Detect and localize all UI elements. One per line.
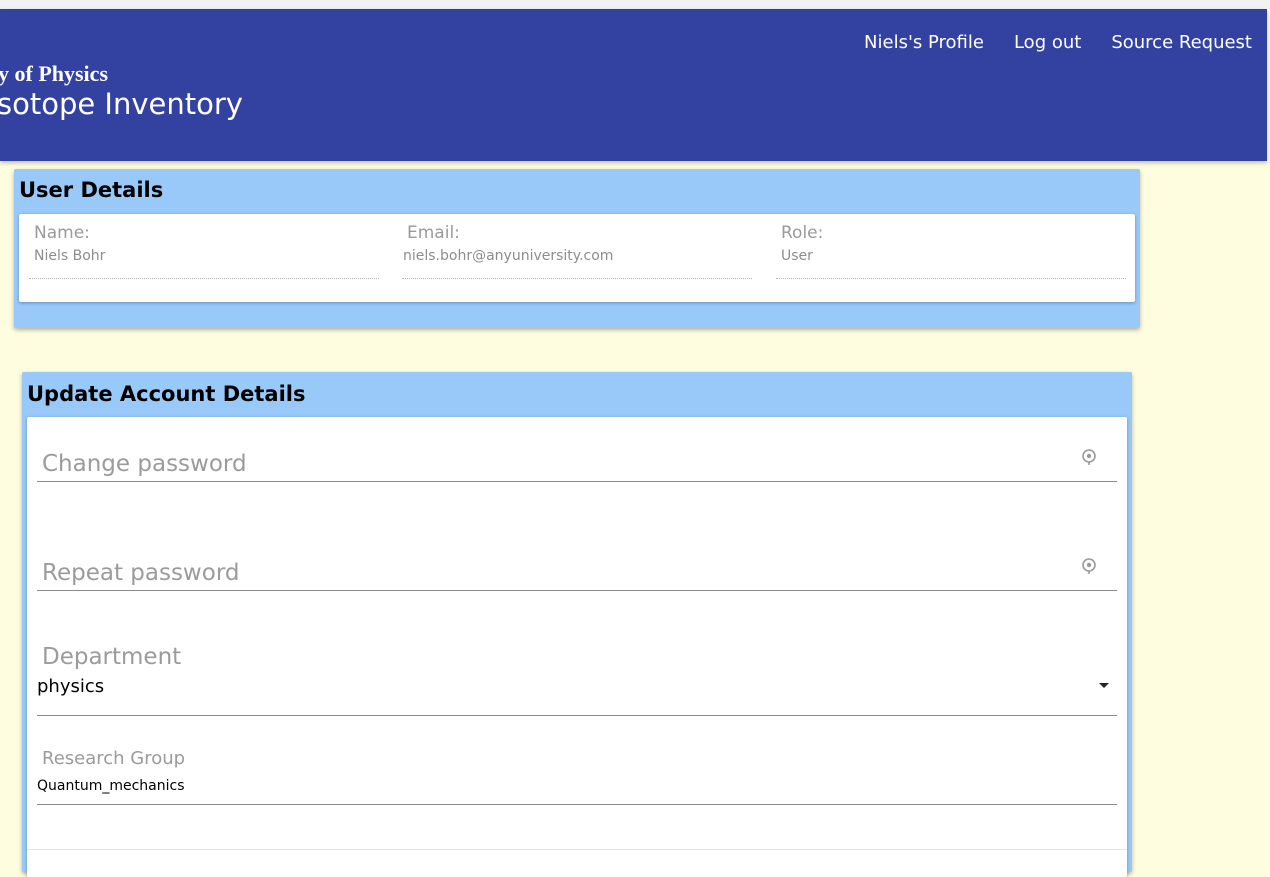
change-password-field	[37, 437, 1117, 482]
eye-icon[interactable]	[1081, 448, 1097, 471]
department-value: physics	[37, 676, 105, 697]
app-header: y of Physics sotope Inventory Niels's Pr…	[0, 9, 1267, 161]
name-field: Name: Niels Bohr	[29, 214, 379, 279]
research-group-input[interactable]	[37, 776, 937, 796]
role-label: Role:	[781, 223, 824, 243]
name-label: Name:	[34, 223, 90, 243]
top-nav: Niels's Profile Log out Source Request	[864, 32, 1252, 53]
department-label: Department	[42, 644, 182, 670]
repeat-password-input[interactable]	[42, 556, 1062, 590]
research-group-label: Research Group	[42, 748, 186, 769]
email-label: Email:	[407, 223, 460, 243]
department-select[interactable]: Department physics	[37, 635, 1117, 716]
email-field: Email: niels.bohr@anyuniversity.com	[402, 214, 752, 279]
repeat-password-field	[37, 546, 1117, 591]
email-value: niels.bohr@anyuniversity.com	[403, 248, 614, 264]
nav-logout-link[interactable]: Log out	[1014, 32, 1081, 53]
update-account-panel: Update Account Details Department physic…	[22, 372, 1132, 877]
app-title: sotope Inventory	[0, 87, 243, 121]
nav-source-request-link[interactable]: Source Request	[1111, 32, 1252, 53]
role-value: User	[781, 248, 813, 264]
user-details-title: User Details	[19, 178, 164, 202]
user-details-panel: User Details Name: Niels Bohr Email: nie…	[14, 169, 1140, 328]
name-value: Niels Bohr	[34, 248, 106, 264]
change-password-input[interactable]	[42, 447, 1062, 481]
caret-down-icon[interactable]	[1099, 683, 1109, 688]
research-group-field: Research Group	[37, 737, 1117, 805]
nav-profile-link[interactable]: Niels's Profile	[864, 32, 984, 53]
update-account-card: Department physics Research Group	[27, 417, 1127, 877]
role-field: Role: User	[776, 214, 1126, 279]
update-account-title: Update Account Details	[27, 382, 306, 406]
section-divider	[27, 849, 1127, 850]
department-title: y of Physics	[0, 61, 108, 86]
eye-icon[interactable]	[1081, 557, 1097, 580]
top-strip	[0, 0, 1270, 9]
user-details-card: Name: Niels Bohr Email: niels.bohr@anyun…	[19, 214, 1135, 302]
